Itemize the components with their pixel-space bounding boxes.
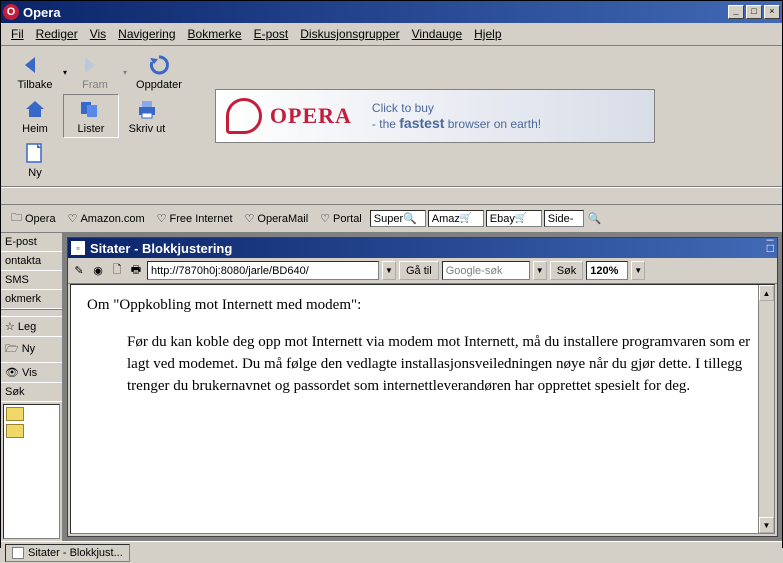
menu-vis[interactable]: Vis bbox=[84, 25, 112, 43]
forward-arrow-icon bbox=[83, 53, 107, 77]
sidebar-kontakt[interactable]: ontakta bbox=[1, 252, 62, 271]
search-box-ebay[interactable]: Ebay🛒 bbox=[486, 210, 542, 227]
sidebar-bokmerke[interactable]: okmerk bbox=[1, 290, 62, 309]
folder-icon: 🗀 bbox=[11, 209, 22, 228]
doc-maximize-button[interactable]: □ bbox=[767, 241, 774, 255]
main-area: E-post ontakta SMS okmerk ☆ Leg 🗁 Ny 👁 V… bbox=[1, 233, 782, 541]
cart-icon: 🛒 bbox=[460, 213, 472, 224]
content-heading: Om "Oppkobling mot Internett med modem": bbox=[87, 297, 758, 314]
zoom-input[interactable]: 120% bbox=[586, 261, 628, 280]
menu-bokmerke[interactable]: Bokmerke bbox=[182, 25, 248, 43]
menu-hjelp[interactable]: Hjelp bbox=[468, 25, 507, 43]
bookmark-portal[interactable]: ♡Portal bbox=[314, 210, 368, 227]
search-box-side[interactable]: Side- bbox=[544, 210, 584, 227]
reload-button[interactable]: Oppdater bbox=[127, 50, 191, 94]
search-dropdown-button[interactable]: ▼ bbox=[533, 261, 547, 280]
lists-icon bbox=[79, 97, 103, 121]
folder-tree[interactable] bbox=[3, 404, 60, 539]
sidebar-epost[interactable]: E-post bbox=[1, 233, 62, 252]
bookmark-bar: 🗀Opera ♡Amazon.com ♡Free Internet ♡Opera… bbox=[1, 205, 782, 233]
bookmark-amazon[interactable]: ♡Amazon.com bbox=[62, 210, 151, 227]
sidebar: E-post ontakta SMS okmerk ☆ Leg 🗁 Ny 👁 V… bbox=[1, 233, 63, 541]
document-title: Sitater - Blokkjustering bbox=[90, 241, 767, 256]
menu-bar: Fil Rediger Vis Navigering Bokmerke E-po… bbox=[1, 23, 782, 46]
opera-o-icon bbox=[226, 98, 262, 134]
new-button[interactable]: Ny bbox=[7, 138, 63, 182]
document-icon: ▫ bbox=[71, 241, 85, 255]
menu-vindauge[interactable]: Vindauge bbox=[406, 25, 469, 43]
wand-icon[interactable]: ✎ bbox=[71, 263, 87, 279]
search-button[interactable]: Søk bbox=[550, 261, 584, 280]
sidebar-sms[interactable]: SMS bbox=[1, 271, 62, 290]
page-icon[interactable]: 🗋 bbox=[109, 263, 125, 279]
print-icon bbox=[135, 97, 159, 121]
menu-rediger[interactable]: Rediger bbox=[30, 25, 84, 43]
address-bar: ✎ ◉ 🗋 🖶 http://7870h0j:8080/jarle/BD640/… bbox=[68, 258, 777, 284]
bookmark-operamail[interactable]: ♡OperaMail bbox=[239, 210, 315, 227]
vertical-scrollbar[interactable]: ▲ ▼ bbox=[758, 285, 774, 533]
print-icon[interactable]: 🖶 bbox=[128, 263, 144, 279]
sidebar-vis[interactable]: 👁 Vis bbox=[1, 363, 62, 383]
folder-icon[interactable] bbox=[6, 407, 24, 421]
heart-icon: ♡ bbox=[320, 212, 330, 225]
content-body: Før du kan koble deg opp mot Internett v… bbox=[127, 332, 758, 397]
minimize-button[interactable]: _ bbox=[728, 5, 744, 19]
opera-logo-icon: O bbox=[3, 4, 19, 20]
google-search-input[interactable]: Google-søk bbox=[442, 261, 530, 280]
sidebar-divider bbox=[1, 309, 62, 317]
reload-icon bbox=[147, 53, 171, 77]
document-title-bar: ▫ Sitater - Blokkjustering _ □ × bbox=[68, 238, 777, 258]
magnify-icon[interactable]: 🔍 bbox=[588, 212, 602, 225]
url-dropdown-button[interactable]: ▼ bbox=[382, 261, 396, 280]
back-button[interactable]: Tilbake bbox=[7, 50, 63, 94]
window-title: Opera bbox=[23, 5, 726, 20]
magnify-icon: 🔍 bbox=[403, 212, 417, 225]
task-icon bbox=[12, 547, 24, 559]
print-button[interactable]: Skriv ut bbox=[119, 94, 175, 138]
ad-banner[interactable]: OPERA Click to buy - the fastest browser… bbox=[215, 89, 655, 143]
toolbar-spacer bbox=[1, 187, 782, 205]
menu-diskusjon[interactable]: Diskusjonsgrupper bbox=[294, 25, 405, 43]
scroll-up-button[interactable]: ▲ bbox=[759, 285, 774, 301]
menu-epost[interactable]: E-post bbox=[248, 25, 295, 43]
forward-button[interactable]: Fram bbox=[67, 50, 123, 94]
heart-icon: ♡ bbox=[245, 212, 255, 225]
sidebar-sok[interactable]: Søk bbox=[1, 383, 62, 402]
heart-icon: ♡ bbox=[157, 212, 167, 225]
main-toolbar: Tilbake ▾ Fram ▾ Oppdater Heim Lister bbox=[1, 46, 782, 187]
sidebar-leg[interactable]: ☆ Leg bbox=[1, 317, 62, 337]
url-input[interactable]: http://7870h0j:8080/jarle/BD640/ bbox=[147, 261, 379, 280]
bookmark-freeinternet[interactable]: ♡Free Internet bbox=[151, 210, 239, 227]
task-tab[interactable]: Sitater - Blokkjust... bbox=[5, 544, 130, 562]
title-bar: O Opera _ □ × bbox=[1, 1, 782, 23]
folder-icon[interactable] bbox=[6, 424, 24, 438]
heart-icon: ♡ bbox=[68, 212, 78, 225]
cart-icon: 🛒 bbox=[515, 213, 527, 224]
search-box-super[interactable]: Super🔍 bbox=[370, 210, 426, 227]
banner-brand: OPERA bbox=[270, 103, 352, 129]
banner-tagline: Click to buy - the fastest browser on ea… bbox=[372, 101, 541, 131]
lists-button[interactable]: Lister bbox=[63, 94, 119, 138]
document-window: ▫ Sitater - Blokkjustering _ □ × ✎ ◉ 🗋 🖶… bbox=[67, 237, 778, 537]
menu-fil[interactable]: Fil bbox=[5, 25, 30, 43]
close-button[interactable]: × bbox=[764, 5, 780, 19]
go-button[interactable]: Gå til bbox=[399, 261, 439, 280]
scroll-down-button[interactable]: ▼ bbox=[759, 517, 774, 533]
back-arrow-icon bbox=[23, 53, 47, 77]
maximize-button[interactable]: □ bbox=[746, 5, 762, 19]
zoom-dropdown-button[interactable]: ▼ bbox=[631, 261, 645, 280]
sidebar-ny[interactable]: 🗁 Ny bbox=[1, 337, 62, 363]
camera-icon[interactable]: ◉ bbox=[90, 263, 106, 279]
task-label: Sitater - Blokkjust... bbox=[28, 547, 123, 559]
new-page-icon bbox=[23, 141, 47, 165]
doc-minimize-button[interactable]: _ bbox=[767, 227, 774, 241]
menu-navigering[interactable]: Navigering bbox=[112, 25, 181, 43]
bookmark-opera[interactable]: 🗀Opera bbox=[5, 207, 62, 230]
taskbar: Sitater - Blokkjust... bbox=[1, 541, 782, 563]
page-content: Om "Oppkobling mot Internett med modem":… bbox=[70, 284, 775, 534]
home-icon bbox=[23, 97, 47, 121]
search-box-amaz[interactable]: Amaz🛒 bbox=[428, 210, 484, 227]
home-button[interactable]: Heim bbox=[7, 94, 63, 138]
